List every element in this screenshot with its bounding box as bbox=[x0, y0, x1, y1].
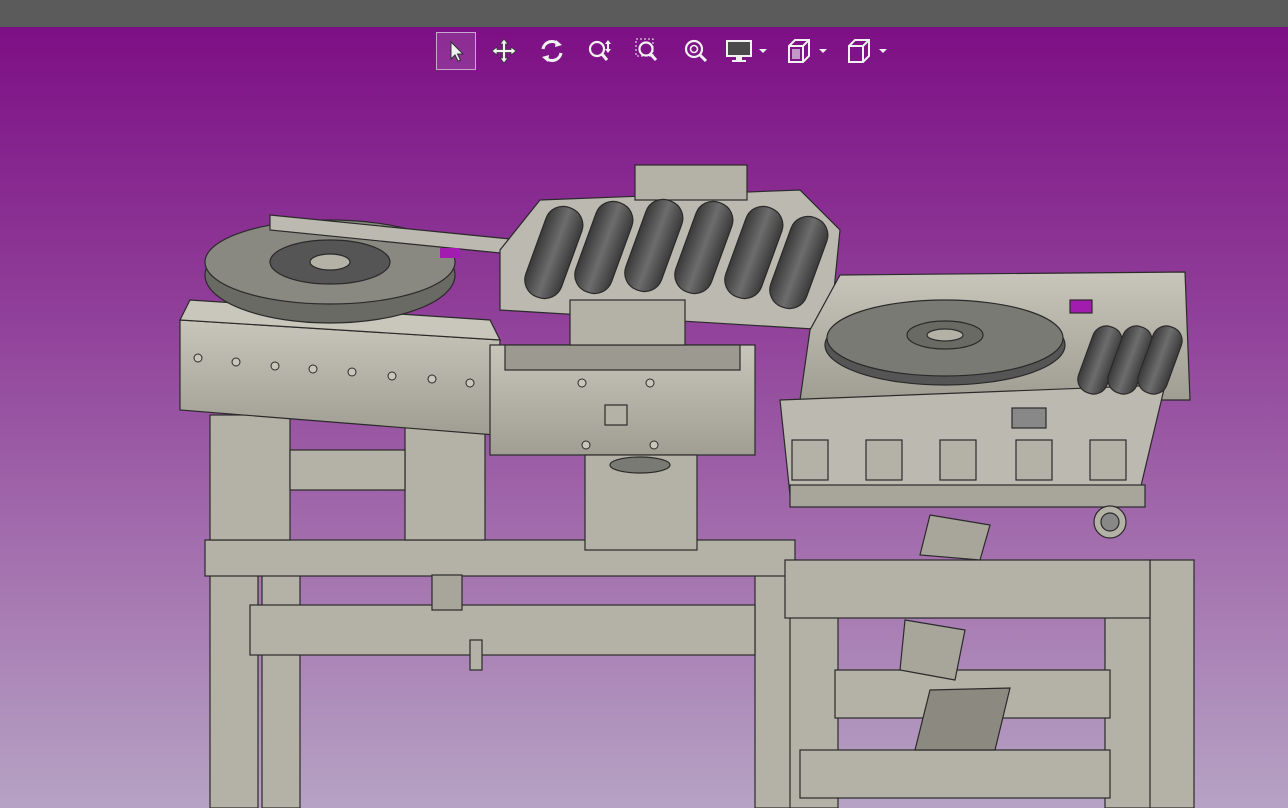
zoom-window-icon bbox=[635, 38, 658, 62]
frame-beam bbox=[799, 749, 1111, 799]
chevron-down-icon bbox=[819, 49, 827, 53]
view-toolbar bbox=[436, 31, 904, 71]
chevron-down-icon bbox=[759, 49, 767, 53]
chevron-down-icon bbox=[879, 49, 887, 53]
3d-viewport[interactable] bbox=[0, 27, 1288, 808]
zoom-updown-icon bbox=[588, 40, 611, 61]
zoom-fit-tool-button[interactable] bbox=[676, 32, 716, 70]
frame-leg bbox=[209, 559, 259, 808]
zoom-window-tool-button[interactable] bbox=[628, 32, 668, 70]
cursor-arrow-icon bbox=[450, 40, 465, 62]
view-orientation-menu-button[interactable] bbox=[844, 32, 888, 70]
rotate-icon bbox=[541, 40, 563, 62]
box-view-icon bbox=[848, 39, 870, 63]
frame-leg bbox=[1149, 559, 1195, 808]
display-mode-menu-button[interactable] bbox=[724, 32, 768, 70]
window-title-bar bbox=[0, 0, 1288, 28]
pan-tool-button[interactable] bbox=[484, 32, 524, 70]
zoom-fit-icon bbox=[684, 39, 708, 63]
rotate-tool-button[interactable] bbox=[532, 32, 572, 70]
section-view-menu-button[interactable] bbox=[784, 32, 828, 70]
select-tool-button[interactable] bbox=[436, 32, 476, 70]
frame-leg bbox=[261, 564, 301, 808]
move-arrows-icon bbox=[491, 38, 517, 64]
cad-model-scene[interactable] bbox=[0, 27, 1288, 808]
zoom-dynamic-tool-button[interactable] bbox=[580, 32, 620, 70]
frame-beam bbox=[784, 559, 1151, 619]
monitor-icon bbox=[726, 40, 752, 62]
frame-beam bbox=[204, 539, 796, 577]
section-cube-icon bbox=[788, 39, 810, 63]
frame-beam bbox=[249, 604, 756, 656]
